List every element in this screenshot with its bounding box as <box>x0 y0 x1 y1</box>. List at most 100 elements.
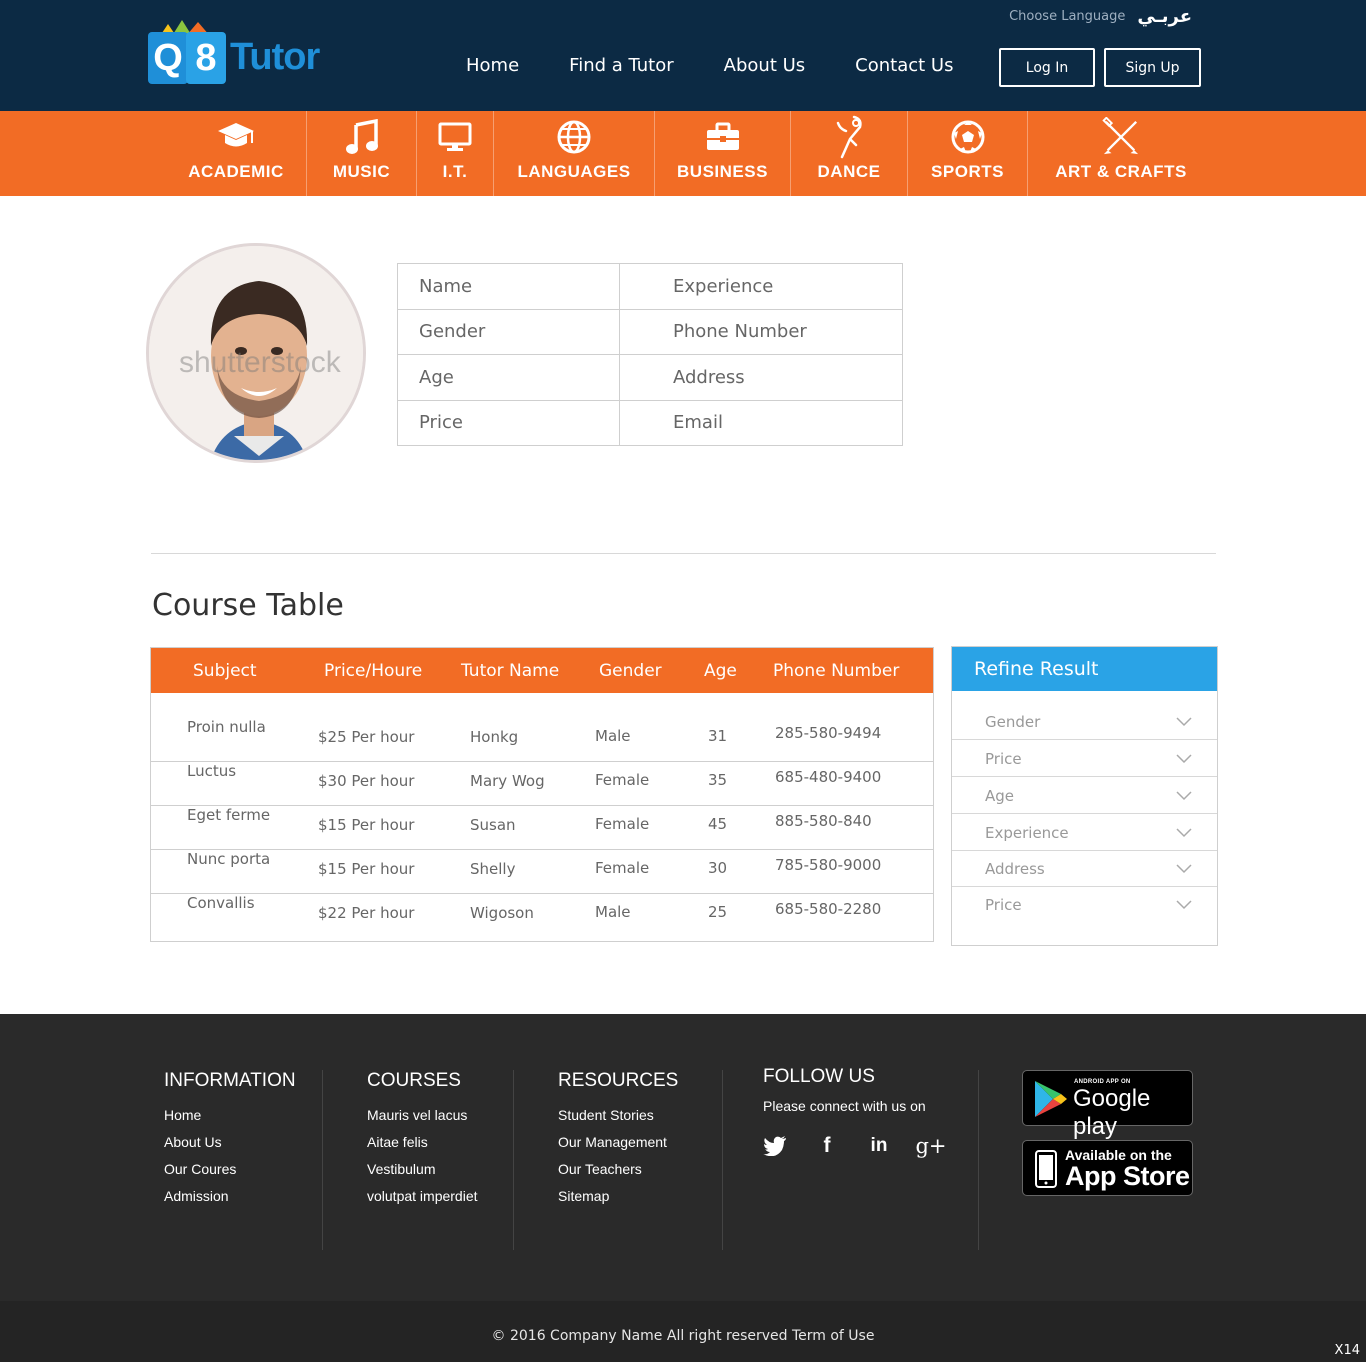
category-music[interactable]: MUSIC <box>307 111 417 196</box>
footer-separator <box>722 1070 723 1250</box>
google-plus-icon[interactable]: g+ <box>915 1134 946 1158</box>
footer-link[interactable]: volutpat imperdiet <box>367 1183 478 1210</box>
footer-link[interactable]: About Us <box>164 1129 296 1156</box>
language-chooser[interactable]: Choose Language عربـي <box>1009 6 1192 27</box>
course-table-header: Subject Price/Houre Tutor Name Gender Ag… <box>151 648 933 693</box>
info-gender: Gender <box>397 308 620 355</box>
filter-label: Address <box>985 860 1045 878</box>
section-divider <box>151 553 1216 554</box>
info-price: Price <box>397 399 620 446</box>
header-gender: Gender <box>599 661 662 681</box>
footer-heading: COURSES <box>367 1070 461 1091</box>
dancer-icon <box>830 115 868 159</box>
category-label: DANCE <box>817 162 881 181</box>
info-row: Age Address <box>397 354 903 401</box>
header-phone-number: Phone Number <box>773 661 900 681</box>
monitor-icon <box>436 118 474 156</box>
footer-separator <box>513 1070 514 1250</box>
filter-address[interactable]: Address <box>952 851 1217 887</box>
footer-link[interactable]: Home <box>164 1102 296 1129</box>
filter-price[interactable]: Price <box>952 741 1217 777</box>
nav-home[interactable]: Home <box>466 55 519 76</box>
header-tutor-name: Tutor Name <box>461 661 560 681</box>
footer-heading: RESOURCES <box>558 1070 679 1091</box>
cell-gender: Female <box>595 771 650 789</box>
footer-follow: FOLLOW US Please connect with us on f in… <box>763 1066 947 1158</box>
filter-age[interactable]: Age <box>952 778 1217 814</box>
footer-separator <box>322 1070 323 1250</box>
footer-link[interactable]: Aitae felis <box>367 1129 478 1156</box>
corner-label: X14 <box>1334 1343 1360 1358</box>
nav-find-a-tutor[interactable]: Find a Tutor <box>569 55 674 76</box>
category-academic[interactable]: ACADEMIC <box>166 111 307 196</box>
chevron-down-icon <box>1176 754 1192 764</box>
chevron-down-icon <box>1176 717 1192 727</box>
filter-gender[interactable]: Gender <box>952 704 1217 740</box>
logo-q: Q <box>148 32 188 84</box>
footer-link[interactable]: Our Teachers <box>558 1156 678 1183</box>
linkedin-icon[interactable]: in <box>867 1134 891 1158</box>
google-play-icon <box>1035 1081 1067 1117</box>
table-row[interactable]: Eget ferme $15 Per hour Susan Female 45 … <box>151 806 933 850</box>
category-business[interactable]: BUSINESS <box>655 111 791 196</box>
login-button[interactable]: Log In <box>999 48 1095 87</box>
choose-language-label: Choose Language <box>1009 9 1126 24</box>
table-row[interactable]: Luctus $30 Per hour Mary Wog Female 35 6… <box>151 762 933 806</box>
filter-price-2[interactable]: Price <box>952 887 1217 923</box>
cell-phone: 885-580-840 <box>775 812 872 830</box>
table-row[interactable]: Proin nulla $25 Per hour Honkg Male 31 2… <box>151 704 933 762</box>
google-play-badge[interactable]: ANDROID APP ON Google play <box>1022 1070 1193 1140</box>
arabic-language-link[interactable]: عربـي <box>1137 6 1192 27</box>
cell-subject: Proin nulla <box>187 718 266 736</box>
footer-link[interactable]: Our Coures <box>164 1156 296 1183</box>
header-subject: Subject <box>193 661 257 681</box>
filter-label: Gender <box>985 713 1041 731</box>
cell-phone: 685-480-9400 <box>775 768 882 786</box>
filter-experience[interactable]: Experience <box>952 815 1217 851</box>
footer-link[interactable]: Our Management <box>558 1129 678 1156</box>
category-bar: ACADEMIC MUSIC I.T. LANGUAGES BUSINESS D… <box>0 111 1366 196</box>
signup-button[interactable]: Sign Up <box>1104 48 1201 87</box>
watermark: shutterstock <box>179 346 341 379</box>
category-languages[interactable]: LANGUAGES <box>494 111 655 196</box>
category-sports[interactable]: SPORTS <box>908 111 1028 196</box>
cell-subject: Eget ferme <box>187 806 271 824</box>
cell-gender: Male <box>595 727 631 745</box>
info-phone-number: Phone Number <box>619 308 903 355</box>
chevron-down-icon <box>1176 864 1192 874</box>
footer-link[interactable]: Admission <box>164 1183 296 1210</box>
cell-price: $15 Per hour <box>318 816 415 834</box>
category-label: SPORTS <box>931 162 1004 181</box>
main-nav: Home Find a Tutor About Us Contact Us <box>466 55 1003 76</box>
cell-price: $30 Per hour <box>318 772 415 790</box>
crossed-tools-icon <box>1102 117 1140 156</box>
google-play-text: Google play <box>1073 1085 1151 1140</box>
table-row[interactable]: Nunc porta $15 Per hour Shelly Female 30… <box>151 850 933 894</box>
category-it[interactable]: I.T. <box>417 111 494 196</box>
chevron-down-icon <box>1176 791 1192 801</box>
category-art-crafts[interactable]: ART & CRAFTS <box>1028 111 1214 196</box>
footer-link[interactable]: Sitemap <box>558 1183 678 1210</box>
app-store-badge[interactable]: Available on the App Store <box>1022 1140 1193 1196</box>
footer-link[interactable]: Student Stories <box>558 1102 678 1129</box>
cell-gender: Female <box>595 859 650 877</box>
facebook-icon[interactable]: f <box>815 1134 839 1158</box>
site-footer: INFORMATION Home About Us Our Coures Adm… <box>0 1014 1366 1301</box>
cell-phone: 285-580-9494 <box>775 724 882 742</box>
table-row[interactable]: Convallis $22 Per hour Wigoson Male 25 6… <box>151 894 933 941</box>
soccer-ball-icon <box>949 118 987 156</box>
filter-label: Price <box>985 896 1022 914</box>
tutor-avatar: shutterstock <box>146 243 366 463</box>
footer-link[interactable]: Mauris vel lacus <box>367 1102 478 1129</box>
footer-link[interactable]: Vestibulum <box>367 1156 478 1183</box>
nav-about-us[interactable]: About Us <box>724 55 806 76</box>
site-logo[interactable]: Q 8 Tutor <box>148 20 323 88</box>
info-age: Age <box>397 354 620 401</box>
graduation-cap-icon <box>217 118 255 156</box>
category-dance[interactable]: DANCE <box>791 111 908 196</box>
twitter-icon[interactable] <box>763 1134 787 1158</box>
nav-contact-us[interactable]: Contact Us <box>855 55 953 76</box>
cell-price: $15 Per hour <box>318 860 415 878</box>
refine-panel: Refine Result Gender Price Age Experienc… <box>951 646 1218 946</box>
info-row: Price Email <box>397 399 903 446</box>
